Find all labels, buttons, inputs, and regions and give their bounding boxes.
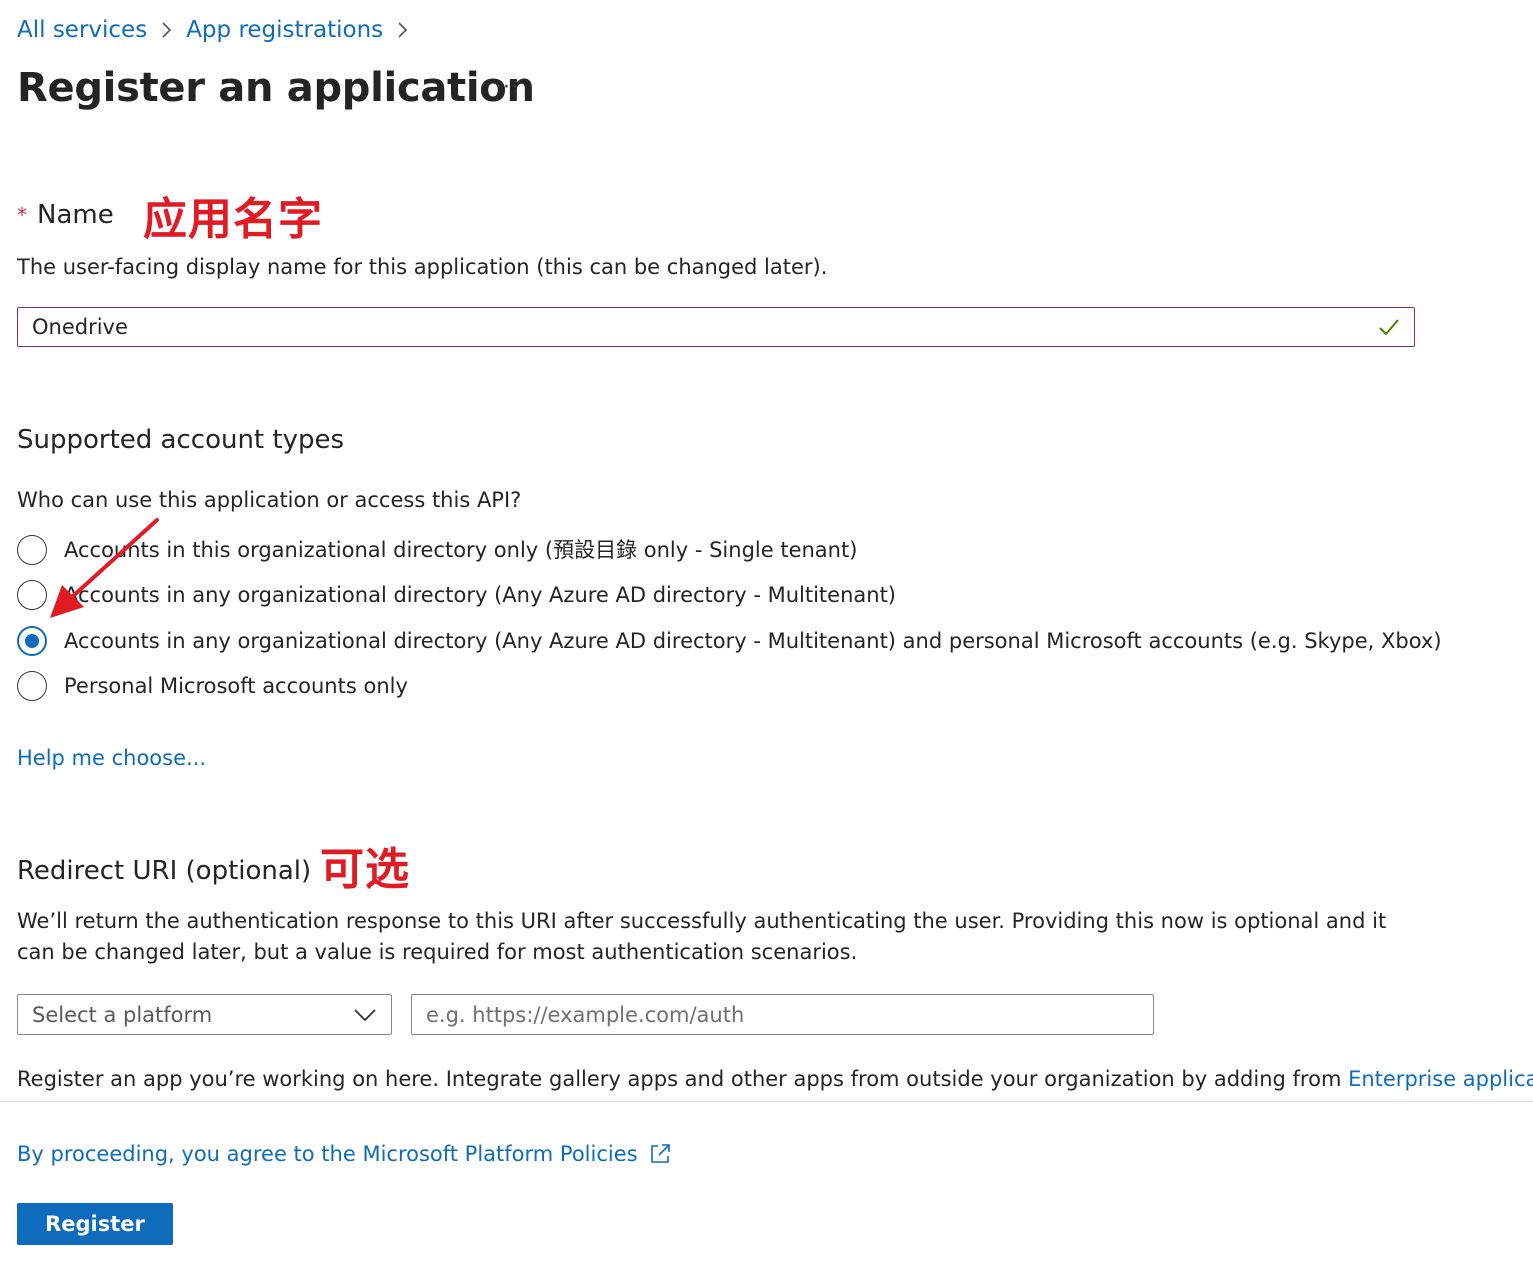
- radio-label: Accounts in any organizational directory…: [64, 583, 897, 607]
- more-options-button[interactable]: ···: [495, 76, 519, 100]
- breadcrumb-all-services[interactable]: All services: [17, 14, 147, 46]
- radio-button[interactable]: [17, 535, 47, 565]
- enterprise-applications-link[interactable]: Enterprise applications: [1348, 1067, 1533, 1091]
- annotation-app-name: 应用名字: [143, 194, 323, 245]
- footer-divider: [0, 1101, 1533, 1102]
- register-note-text: Register an app you’re working on here. …: [17, 1067, 1349, 1091]
- chevron-down-icon: [354, 1008, 376, 1021]
- radio-multitenant-personal[interactable]: Accounts in any organizational directory…: [17, 624, 1442, 658]
- platform-select[interactable]: Select a platform: [17, 994, 392, 1035]
- help-me-choose-link[interactable]: Help me choose...: [17, 743, 206, 773]
- breadcrumb: All services App registrations: [17, 14, 422, 46]
- radio-button-selected[interactable]: [17, 626, 47, 656]
- radio-label: Accounts in this organizational director…: [64, 538, 858, 562]
- page-title: Register an application: [17, 65, 535, 111]
- external-link-icon[interactable]: [648, 1142, 672, 1166]
- radio-personal-only[interactable]: Personal Microsoft accounts only: [17, 669, 408, 703]
- name-description: The user-facing display name for this ap…: [17, 255, 828, 279]
- radio-label: Personal Microsoft accounts only: [64, 674, 408, 698]
- register-button[interactable]: Register: [17, 1203, 173, 1245]
- required-indicator: *: [17, 203, 27, 227]
- breadcrumb-app-registrations[interactable]: App registrations: [186, 14, 383, 46]
- annotation-optional: 可选: [320, 844, 410, 895]
- account-types-heading: Supported account types: [17, 425, 345, 455]
- name-input[interactable]: Onedrive: [17, 307, 1415, 347]
- radio-button[interactable]: [17, 580, 47, 610]
- redirect-uri-input[interactable]: [411, 994, 1154, 1035]
- checkmark-icon: [1379, 319, 1399, 336]
- name-input-value: Onedrive: [32, 315, 128, 339]
- platform-policies-link[interactable]: By proceeding, you agree to the Microsof…: [17, 1139, 638, 1169]
- register-application-page: All services App registrations Register …: [0, 0, 1533, 1272]
- register-note: Register an app you’re working on here. …: [17, 1064, 1533, 1094]
- account-types-question: Who can use this application or access t…: [17, 488, 522, 512]
- platform-select-placeholder: Select a platform: [32, 1002, 213, 1027]
- radio-multitenant[interactable]: Accounts in any organizational directory…: [17, 578, 896, 612]
- radio-button[interactable]: [17, 671, 47, 701]
- radio-label: Accounts in any organizational directory…: [64, 629, 1442, 653]
- radio-single-tenant[interactable]: Accounts in this organizational director…: [17, 533, 857, 567]
- chevron-right-icon: [162, 22, 172, 38]
- name-label: Name: [37, 200, 114, 230]
- chevron-right-icon: [398, 22, 408, 38]
- redirect-uri-description: We’ll return the authentication response…: [17, 909, 1387, 964]
- redirect-uri-heading: Redirect URI (optional): [17, 856, 312, 886]
- policies-row: By proceeding, you agree to the Microsof…: [17, 1139, 672, 1169]
- radio-selected-dot: [25, 634, 39, 648]
